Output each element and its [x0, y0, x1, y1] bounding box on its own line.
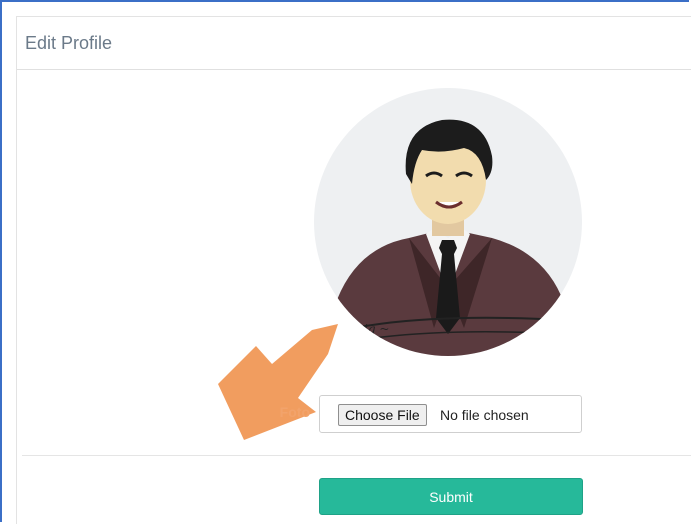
choose-file-button[interactable]: Choose File: [338, 404, 427, 426]
photo-file-input[interactable]: Choose File No file chosen: [319, 395, 582, 433]
page-title: Edit Profile: [25, 33, 113, 53]
panel-heading: Edit Profile: [17, 17, 691, 70]
avatar-illustration-icon: ~ sig ~: [314, 88, 582, 356]
submit-button[interactable]: Submit: [319, 478, 583, 515]
profile-photo: ~ sig ~: [314, 88, 582, 356]
form-divider: [22, 455, 691, 456]
file-status-text: No file chosen: [440, 407, 529, 423]
svg-text:~ sig ~: ~ sig ~: [344, 322, 389, 336]
photo-label: Foto: [279, 404, 310, 420]
orange-arrow-icon: [218, 324, 338, 440]
